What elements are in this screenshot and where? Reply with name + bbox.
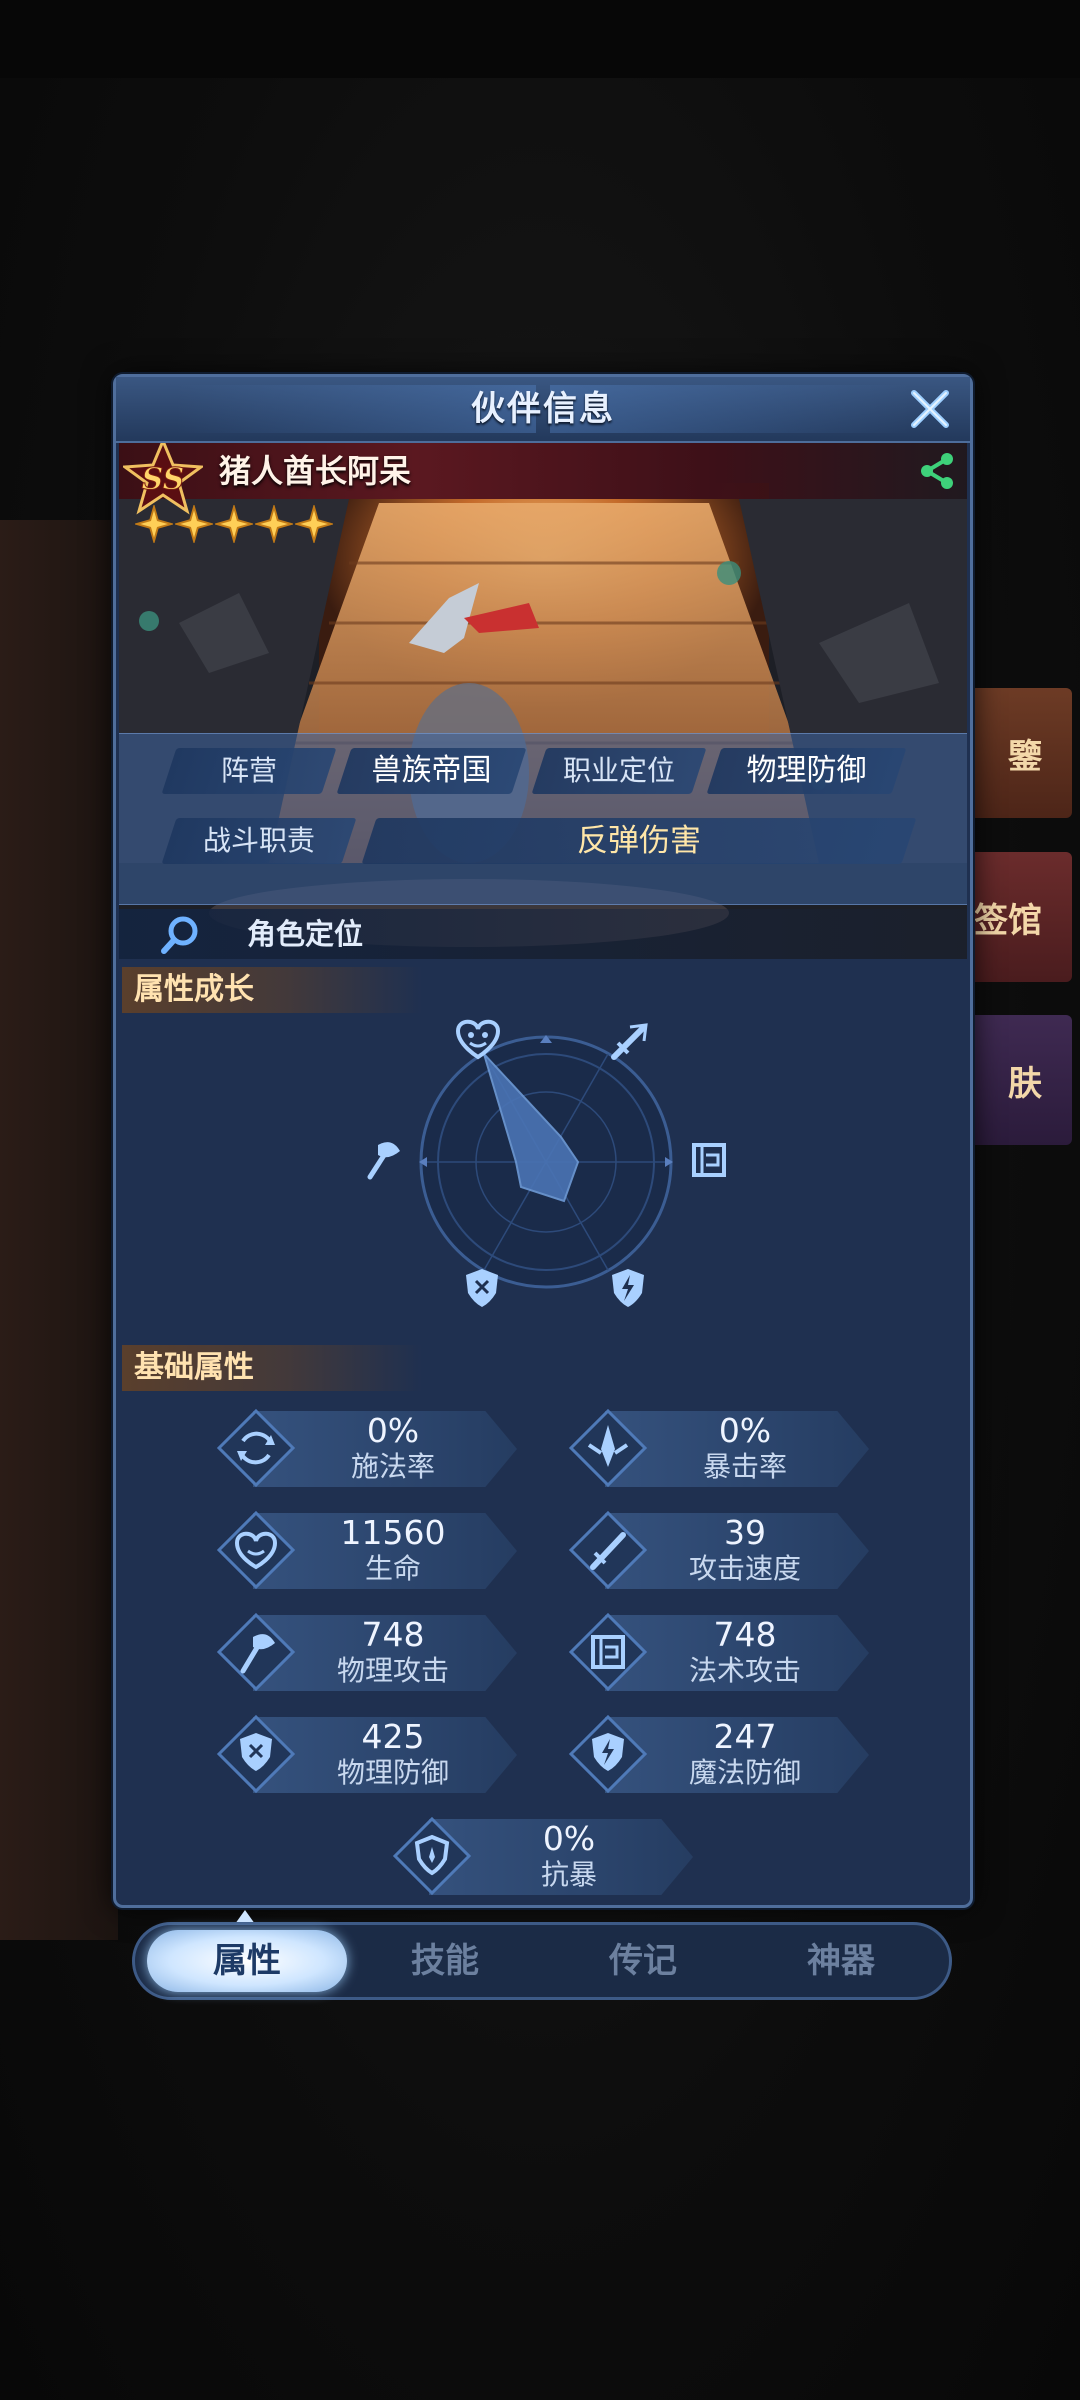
duty-label: 战斗职责 xyxy=(202,824,315,857)
stat-value: 425 xyxy=(361,1717,425,1756)
stat-value: 748 xyxy=(361,1615,425,1654)
stat-hp: 11560 生命 xyxy=(213,1507,523,1593)
background-button-2: 签馆 xyxy=(957,852,1072,982)
background-button-1: 鑒 xyxy=(957,688,1072,818)
base-section-title: 基础属性 xyxy=(122,1345,422,1391)
tab-biography[interactable]: 传记 xyxy=(543,1930,743,1992)
duty-value: 反弹伤害 xyxy=(577,823,701,859)
locate-label: 角色定位 xyxy=(247,917,364,951)
stat-physical-defense: 425 物理防御 xyxy=(213,1711,523,1797)
stat-attack-speed: 39 攻击速度 xyxy=(565,1507,875,1593)
axe-icon xyxy=(367,1142,400,1180)
star-icon xyxy=(255,505,293,543)
game-screen: 鑒 签馆 肤 伙伴信息 SS 猪人酋长阿呆 阵营 兽族帝国 职业定位 物理防御 … xyxy=(0,0,1080,2400)
partner-info-panel: 伙伴信息 SS 猪人酋长阿呆 阵营 兽族帝国 职业定位 物理防御 战斗职责 反弹… xyxy=(113,374,973,1908)
stat-label: 生命 xyxy=(364,1552,421,1585)
hero-name-bar: SS 猪人酋长阿呆 xyxy=(119,443,967,515)
tab-skills[interactable]: 技能 xyxy=(345,1930,545,1992)
lightning-shield-icon xyxy=(612,1269,644,1307)
stat-label: 物理攻击 xyxy=(336,1654,449,1687)
stat-value: 0% xyxy=(718,1411,772,1450)
star-icon xyxy=(215,505,253,543)
star-rating xyxy=(135,505,333,545)
role-locate-button[interactable]: 角色定位 xyxy=(119,909,967,959)
star-icon xyxy=(295,505,333,543)
attribute-radar-chart xyxy=(367,1019,726,1307)
stat-physical-attack: 748 物理攻击 xyxy=(213,1609,523,1695)
close-icon[interactable] xyxy=(904,383,956,435)
search-icon xyxy=(161,916,198,954)
stat-value: 0% xyxy=(366,1411,420,1450)
hero-portrait: SS 猪人酋长阿呆 阵营 兽族帝国 职业定位 物理防御 战斗职责 反弹伤害 角色… xyxy=(119,443,967,959)
stat-value: 748 xyxy=(713,1615,777,1654)
spellbook-icon xyxy=(692,1143,726,1177)
hero-name: 猪人酋长阿呆 xyxy=(219,452,412,490)
background-panel xyxy=(0,520,118,1940)
stat-magic-defense: 247 魔法防御 xyxy=(565,1711,875,1797)
stat-label: 抗暴 xyxy=(540,1858,597,1891)
rank-text: SS xyxy=(142,462,185,497)
tab-artifact[interactable]: 神器 xyxy=(741,1930,941,1992)
stat-value: 11560 xyxy=(340,1513,446,1552)
role-value: 物理防御 xyxy=(746,753,867,788)
stat-cast-rate: 0% 施法率 xyxy=(213,1405,523,1491)
slash-icon xyxy=(611,1023,648,1060)
stat-label: 施法率 xyxy=(350,1450,435,1483)
stat-crit-rate: 0% 暴击率 xyxy=(565,1405,875,1491)
hero-info-box: 阵营 兽族帝国 职业定位 物理防御 战斗职责 反弹伤害 xyxy=(119,733,967,905)
shield-axe-icon xyxy=(466,1269,498,1307)
background-button-3: 肤 xyxy=(957,1015,1072,1145)
stat-magic-attack: 748 法术攻击 xyxy=(565,1609,875,1695)
panel-header: 伙伴信息 xyxy=(116,377,970,443)
stat-label: 法术攻击 xyxy=(688,1654,801,1687)
stat-crit-resist: 0% 抗暴 xyxy=(389,1813,699,1899)
stat-label: 魔法防御 xyxy=(688,1756,801,1789)
share-icon[interactable] xyxy=(913,447,961,495)
stat-label: 暴击率 xyxy=(702,1450,787,1483)
faction-label: 阵营 xyxy=(220,754,277,787)
tab-attributes[interactable]: 属性 xyxy=(147,1930,347,1992)
stat-value: 39 xyxy=(724,1513,766,1552)
role-label: 职业定位 xyxy=(562,754,675,787)
star-icon xyxy=(135,505,173,543)
stat-label: 物理防御 xyxy=(336,1756,449,1789)
panel-title: 伙伴信息 xyxy=(471,389,615,429)
star-icon xyxy=(175,505,213,543)
stat-label: 攻击速度 xyxy=(688,1552,801,1585)
bottom-tab-bar: 属性 技能 传记 神器 xyxy=(132,1922,952,2000)
faction-value: 兽族帝国 xyxy=(371,753,492,788)
stat-value: 0% xyxy=(542,1819,596,1858)
stat-value: 247 xyxy=(713,1717,777,1756)
